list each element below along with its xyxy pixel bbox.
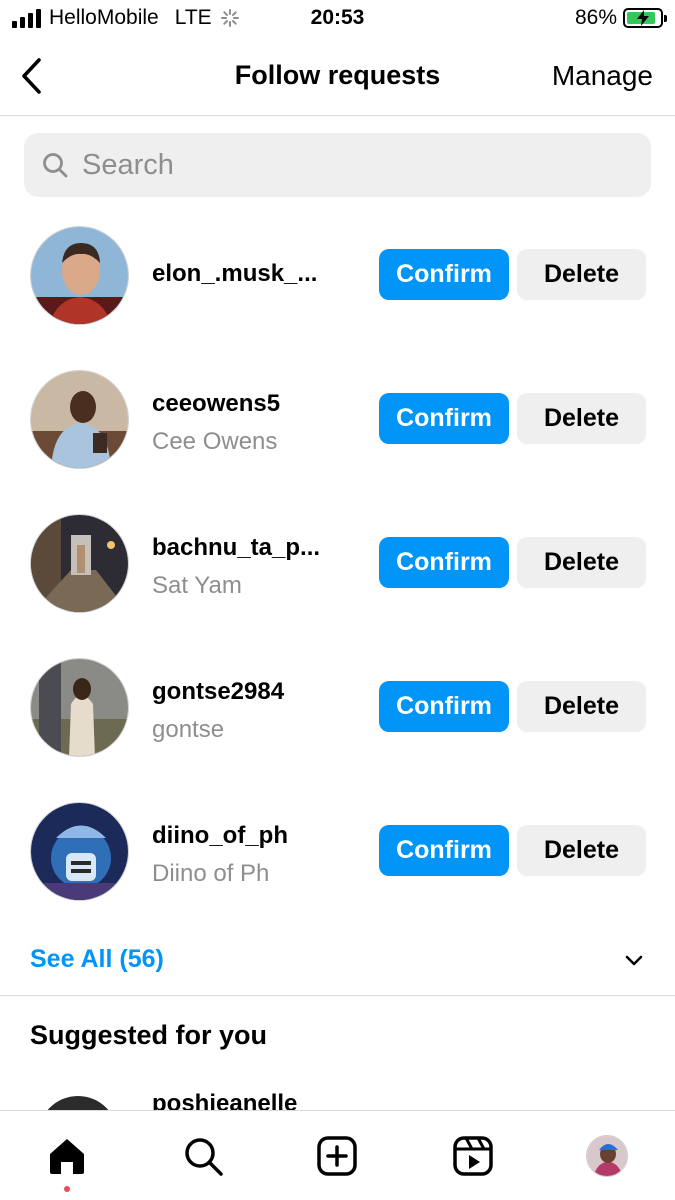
tab-create[interactable]: [312, 1131, 362, 1181]
avatar[interactable]: [30, 370, 129, 469]
chevron-down-icon[interactable]: [623, 949, 645, 971]
confirm-button[interactable]: Confirm: [379, 681, 509, 732]
battery-percent: 86%: [574, 6, 617, 29]
username[interactable]: diino_of_ph: [152, 822, 372, 850]
search-bar[interactable]: [24, 133, 651, 197]
tab-reels[interactable]: [448, 1131, 498, 1181]
confirm-button[interactable]: Confirm: [379, 393, 509, 444]
avatar[interactable]: [30, 514, 129, 613]
home-icon: [50, 1139, 84, 1174]
request-names: elon_.musk_...: [152, 260, 372, 288]
suggested-title: Suggested for you: [30, 1020, 268, 1050]
status-right: 86%: [574, 6, 667, 30]
avatar[interactable]: [30, 802, 129, 901]
divider: [0, 995, 675, 996]
search-icon: [185, 1138, 223, 1176]
manage-button[interactable]: Manage: [552, 60, 653, 92]
see-all-link[interactable]: See All (56): [30, 945, 164, 974]
full-name: gontse: [152, 716, 225, 743]
chevron-left-icon: [22, 58, 41, 94]
username[interactable]: ceeowens5: [152, 390, 372, 418]
request-row: gontse2984 gontse Confirm Delete: [0, 652, 675, 762]
username[interactable]: elon_.musk_...: [152, 260, 372, 288]
battery-icon: [623, 8, 667, 28]
request-names: diino_of_ph Diino of Ph: [152, 822, 372, 888]
username[interactable]: bachnu_ta_p...: [152, 534, 372, 562]
delete-button[interactable]: Delete: [517, 681, 646, 732]
request-row: ceeowens5 Cee Owens Confirm Delete: [0, 364, 675, 474]
confirm-button[interactable]: Confirm: [379, 249, 509, 300]
request-row: elon_.musk_... Confirm Delete: [0, 220, 675, 330]
search-input[interactable]: [82, 148, 602, 182]
username[interactable]: poshieanelle: [152, 1090, 297, 1112]
tab-bar: [0, 1110, 675, 1200]
request-row: diino_of_ph Diino of Ph Confirm Delete: [0, 796, 675, 906]
avatar[interactable]: [30, 226, 129, 325]
confirm-button[interactable]: Confirm: [379, 825, 509, 876]
delete-button[interactable]: Delete: [517, 393, 646, 444]
delete-button[interactable]: Delete: [517, 537, 646, 588]
status-bar: HelloMobile LTE 20:53 86%: [0, 0, 675, 38]
username[interactable]: gontse2984: [152, 678, 372, 706]
full-name: Diino of Ph: [152, 860, 270, 887]
reels-icon: [453, 1136, 493, 1176]
request-row: bachnu_ta_p... Sat Yam Confirm Delete: [0, 508, 675, 618]
tab-search[interactable]: [178, 1131, 228, 1181]
request-names: ceeowens5 Cee Owens: [152, 390, 372, 456]
clock: 20:53: [310, 6, 365, 29]
charging-bolt-icon: [637, 10, 649, 26]
suggested-item[interactable]: poshieanelle: [0, 1088, 675, 1112]
see-all-row: See All (56): [0, 935, 675, 985]
create-icon: [317, 1136, 357, 1176]
request-names: gontse2984 gontse: [152, 678, 372, 744]
search-icon: [43, 153, 68, 178]
delete-button[interactable]: Delete: [517, 825, 646, 876]
full-name: Sat Yam: [152, 572, 242, 599]
delete-button[interactable]: Delete: [517, 249, 646, 300]
tab-profile[interactable]: [582, 1131, 632, 1181]
tab-home[interactable]: [42, 1131, 92, 1181]
profile-avatar: [586, 1135, 628, 1177]
notification-dot: [64, 1186, 70, 1192]
back-button[interactable]: [12, 54, 52, 98]
header: Follow requests Manage: [0, 40, 675, 116]
full-name: Cee Owens: [152, 428, 278, 455]
confirm-button[interactable]: Confirm: [379, 537, 509, 588]
avatar[interactable]: [30, 658, 129, 757]
request-names: bachnu_ta_p... Sat Yam: [152, 534, 372, 600]
